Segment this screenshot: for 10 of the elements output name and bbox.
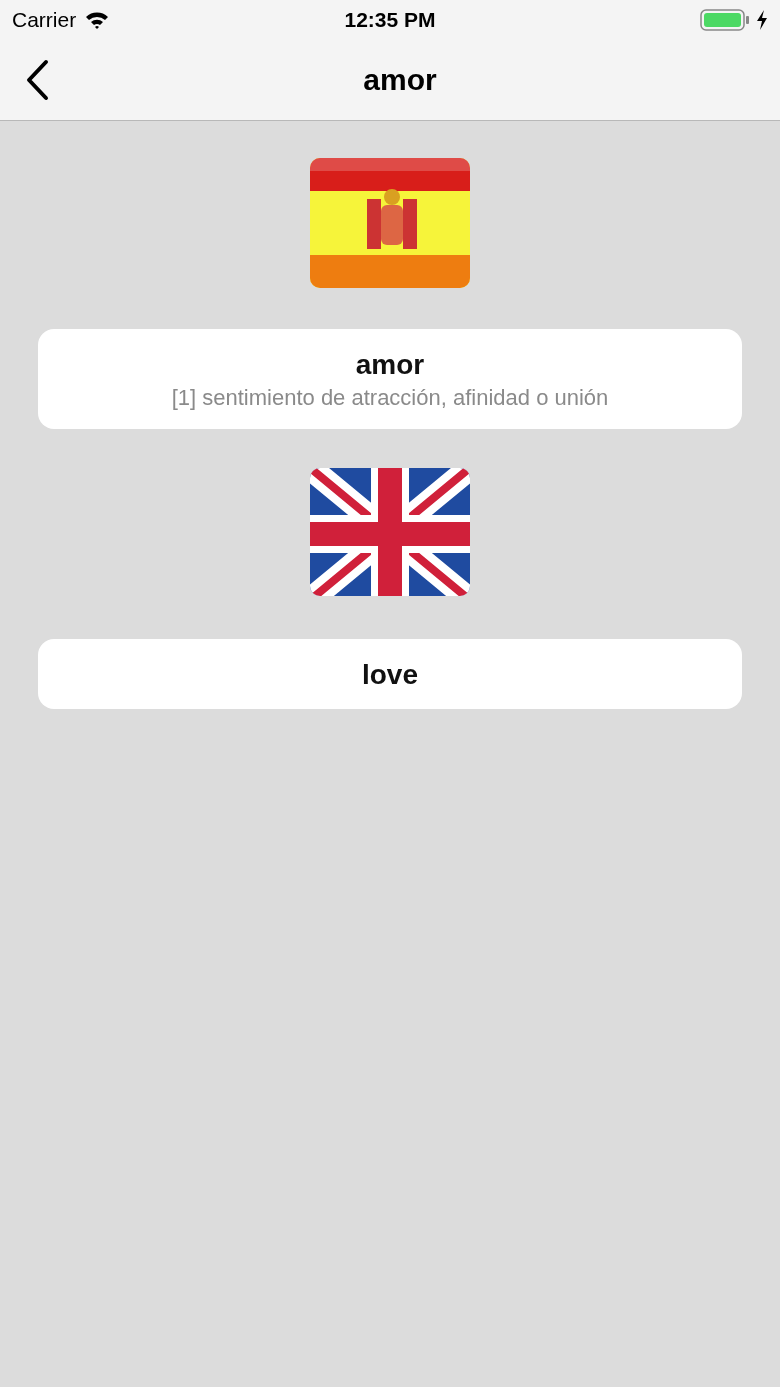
- battery-icon: [700, 9, 750, 31]
- word-label: love: [362, 659, 418, 691]
- definition-text: [1] sentimiento de atracción, afinidad o unión: [171, 385, 609, 411]
- nav-title: amor: [363, 63, 437, 97]
- word-label: amor: [355, 349, 425, 381]
- wifi-icon: [84, 10, 111, 30]
- spain-flag-icon: [309, 157, 471, 291]
- carrier-label: Carrier: [12, 8, 77, 32]
- charging-icon: [756, 10, 768, 30]
- time-label: 12:35 PM: [344, 8, 436, 32]
